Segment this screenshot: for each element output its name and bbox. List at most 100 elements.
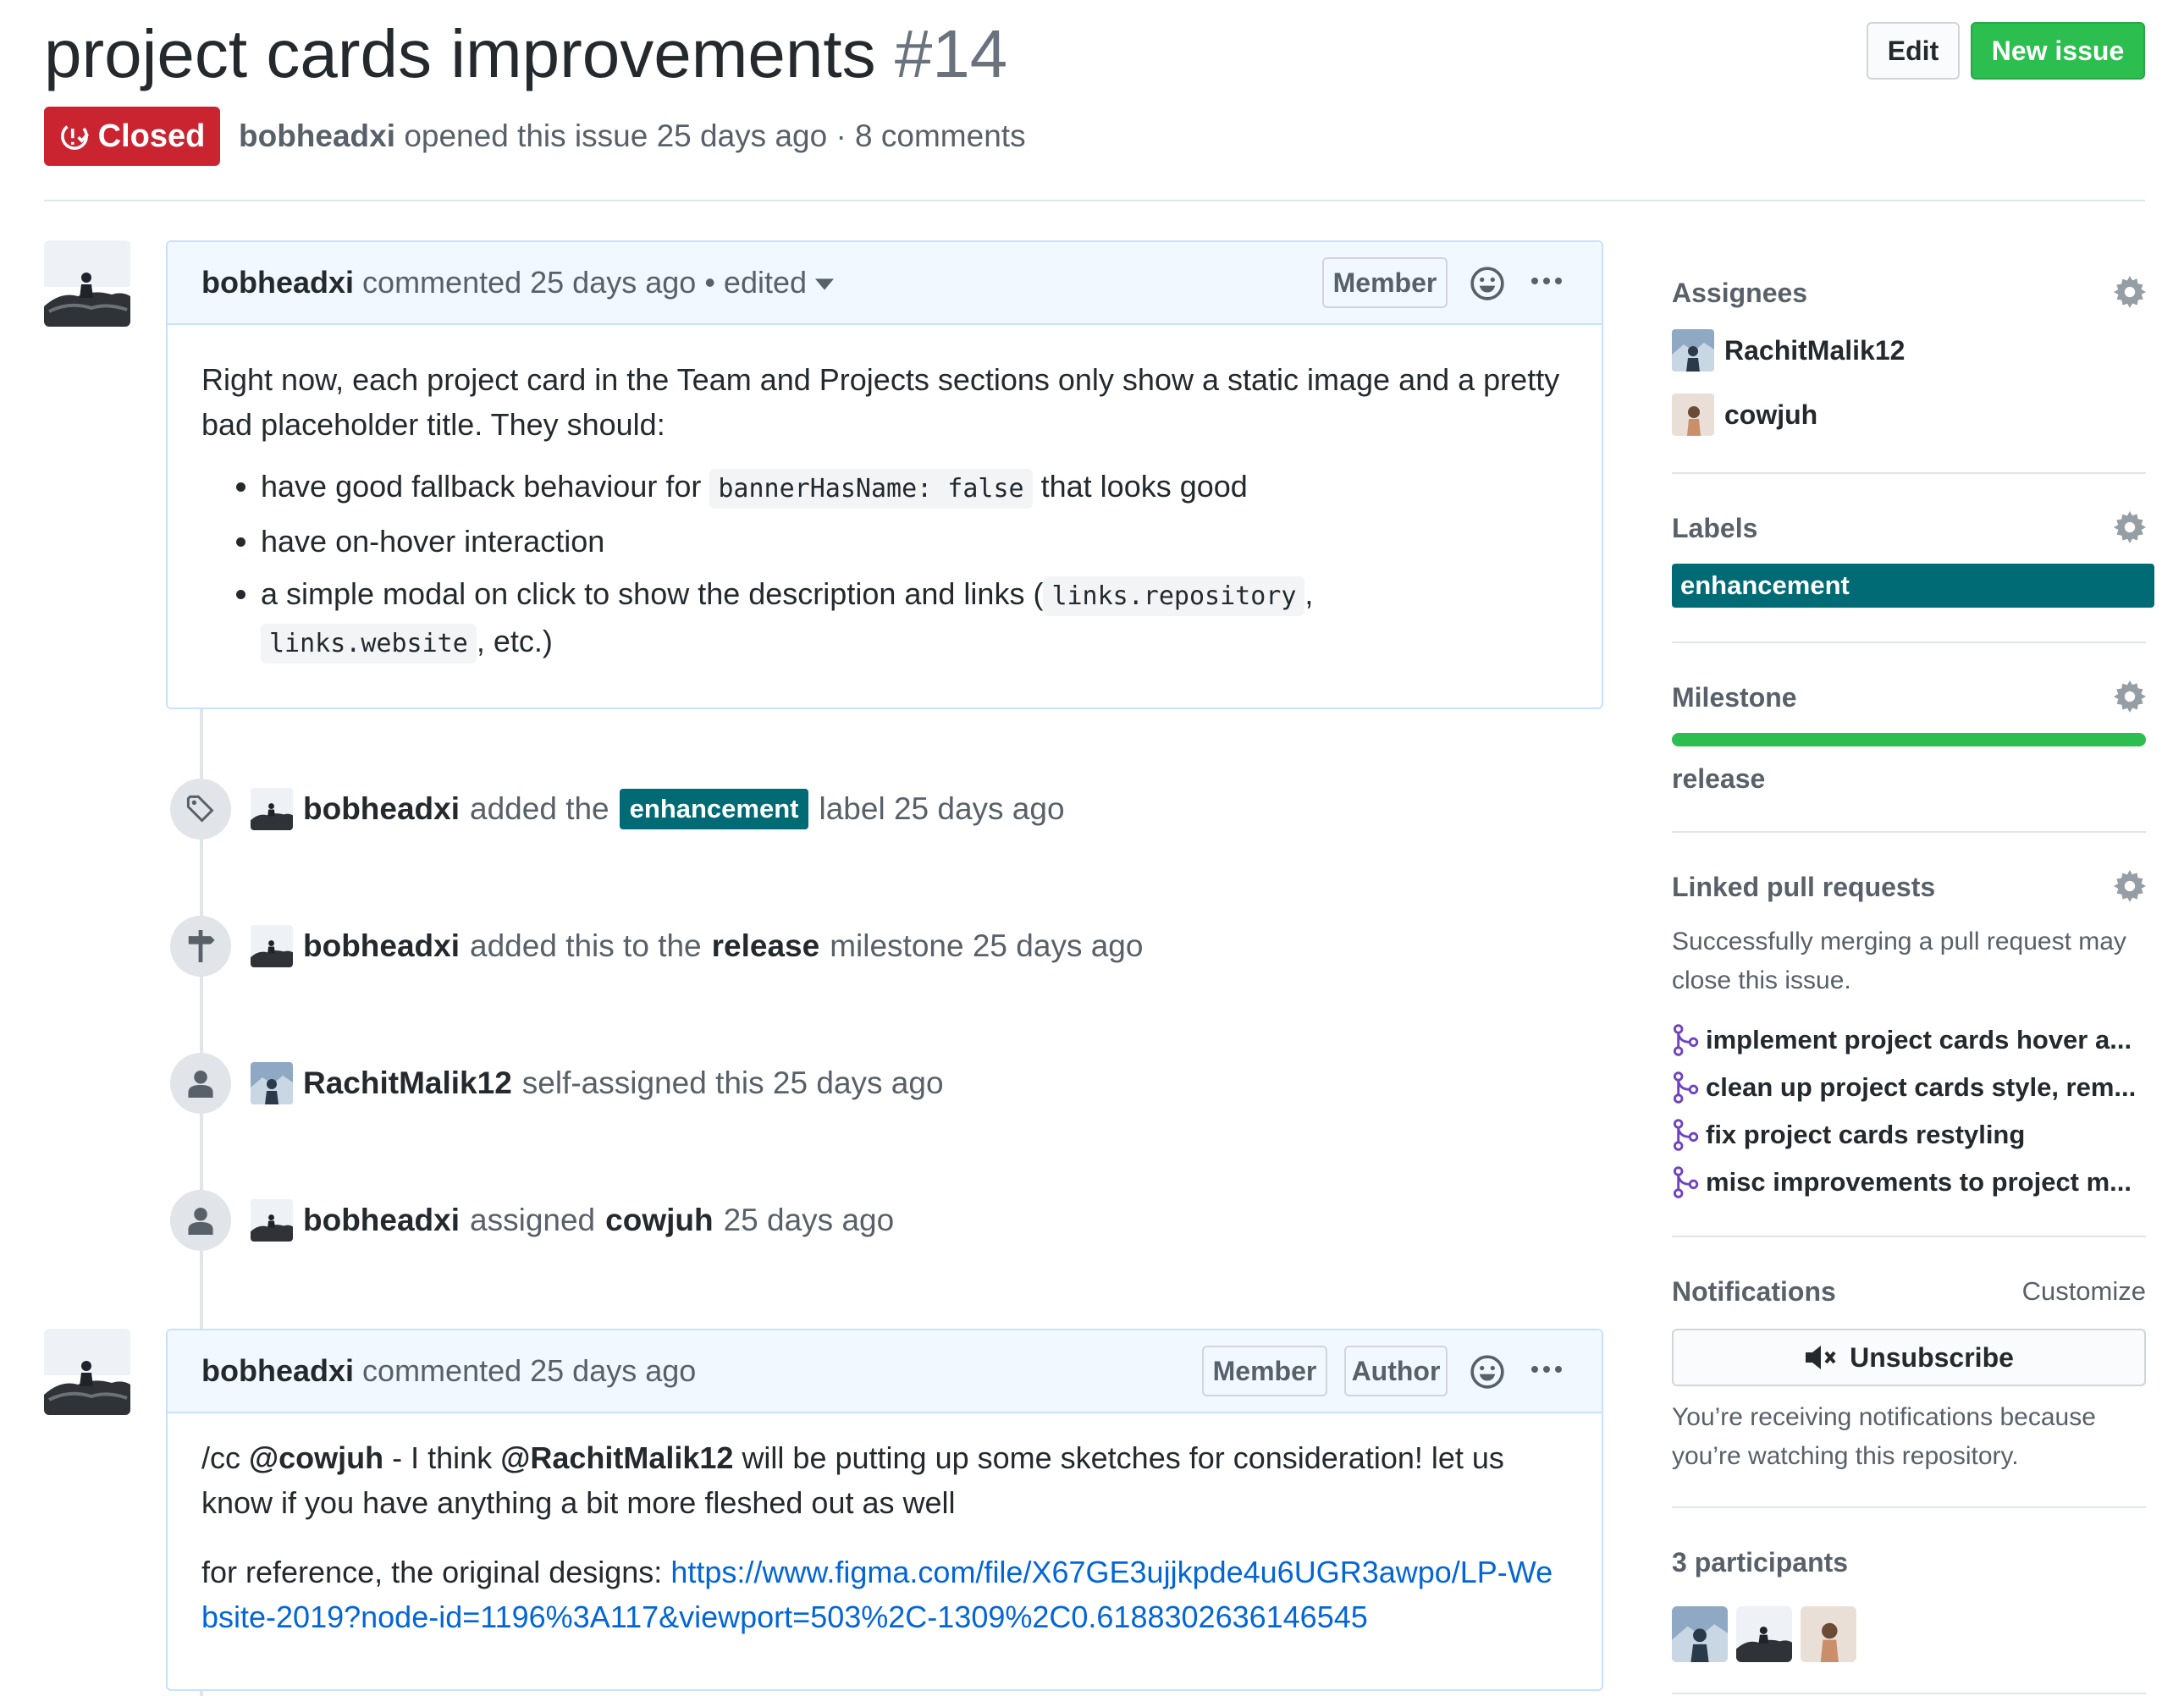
comment-timestamp[interactable]: commented 25 days ago — [362, 265, 696, 300]
actor-link[interactable]: bobheadxi — [303, 1203, 460, 1238]
sidebar-divider — [1672, 1506, 2146, 1508]
actor-link[interactable]: bobheadxi — [303, 928, 460, 964]
issue-title-text: project cards improvements — [44, 16, 876, 91]
status-text: Closed — [97, 118, 206, 154]
comment-author[interactable]: bobheadxi — [201, 265, 354, 300]
linked-prs-help: Successfully merging a pull request may … — [1672, 928, 2126, 994]
issue-closed-icon — [60, 123, 89, 150]
notifications-section-header: Notifications Customize — [1672, 1275, 2146, 1308]
linked-pr-title: clean up project cards style, rem... — [1706, 1072, 2137, 1102]
customize-link[interactable]: Customize — [2022, 1275, 2146, 1308]
comment-paragraph: /cc @cowjuh - I think @RachitMalik12 wil… — [201, 1435, 1568, 1525]
avatar[interactable] — [44, 1329, 130, 1415]
comment-paragraph: Right now, each project card in the Team… — [201, 362, 1560, 442]
mute-icon — [1806, 1346, 1836, 1369]
mention-link[interactable]: @cowjuh — [249, 1440, 383, 1475]
paragraph-text: - I think — [392, 1440, 493, 1475]
sidebar-divider — [1672, 472, 2146, 474]
gear-icon[interactable] — [2114, 511, 2146, 543]
notification-reason: You’re receiving notifications because y… — [1672, 1403, 2096, 1470]
issue-meta-text: opened this issue 25 days ago · 8 commen… — [404, 118, 1026, 153]
gear-icon[interactable] — [2114, 680, 2146, 713]
event-text: self-assigned this 25 days ago — [521, 1066, 944, 1100]
assignee-item[interactable]: RachitMalik12 — [1672, 329, 2146, 372]
actor-link[interactable]: bobheadxi — [303, 791, 460, 827]
merged-pr-icon — [1673, 1024, 1699, 1056]
header-divider — [44, 200, 2145, 201]
avatar[interactable] — [251, 1062, 293, 1104]
merged-pr-icon — [1673, 1071, 1699, 1104]
linked-pr-item[interactable]: misc improvements to project m... — [1672, 1166, 2146, 1198]
actor-link[interactable]: RachitMalik12 — [303, 1066, 512, 1101]
timeline-event-assigned: bobheadxi assigned cowjuh 25 days ago — [251, 1190, 894, 1251]
comment-body: Right now, each project card in the Team… — [201, 357, 1568, 666]
linked-pr-item[interactable]: fix project cards restyling — [1672, 1119, 2146, 1151]
list-item-text: have good fallback behaviour for — [261, 469, 702, 504]
add-reaction-icon[interactable] — [1470, 1354, 1505, 1390]
avatar[interactable] — [251, 788, 293, 830]
comment-header: bobheadxi commented 25 days ago • edited… — [168, 242, 1602, 325]
issue-meta: bobheadxi opened this issue 25 days ago … — [239, 110, 1026, 162]
tag-icon-badge — [170, 779, 231, 840]
gear-icon[interactable] — [2114, 276, 2146, 308]
person-icon-badge — [170, 1190, 231, 1251]
assignees-section-header: Assignees — [1672, 276, 2146, 310]
linked-pr-item[interactable]: implement project cards hover a... — [1672, 1024, 2146, 1056]
inline-code: bannerHasName: false — [709, 469, 1033, 509]
label-enhancement[interactable]: enhancement — [619, 789, 809, 829]
more-options-icon[interactable] — [1530, 1363, 1563, 1376]
milestone-section-header: Milestone — [1672, 680, 2146, 714]
avatar[interactable] — [251, 925, 293, 967]
assignee-name: cowjuh — [1724, 399, 1818, 430]
event-text: added the — [470, 791, 609, 826]
new-issue-button[interactable]: New issue — [1971, 22, 2145, 80]
issue-number: #14 — [894, 16, 1008, 91]
comment-timestamp[interactable]: commented 25 days ago — [362, 1353, 696, 1388]
sidebar-divider — [1672, 1236, 2146, 1237]
person-icon-badge — [170, 1053, 231, 1114]
comment-list: have good fallback behaviour for bannerH… — [201, 464, 1568, 666]
sidebar-divider — [1672, 1693, 2146, 1694]
assignee-item[interactable]: cowjuh — [1672, 394, 2146, 436]
comment-box: bobheadxi commented 25 days ago • edited… — [166, 240, 1603, 709]
avatar[interactable] — [1801, 1606, 1856, 1662]
comment-paragraph: for reference, the original designs: htt… — [201, 1550, 1568, 1639]
event-text: 25 days ago — [723, 1203, 895, 1237]
avatar[interactable] — [44, 240, 130, 327]
status-badge: Closed — [44, 107, 220, 166]
person-icon — [188, 1207, 213, 1235]
event-text: label 25 days ago — [819, 791, 1065, 826]
assignee-link[interactable]: cowjuh — [605, 1203, 713, 1238]
add-reaction-icon[interactable] — [1470, 266, 1505, 301]
sidebar-divider — [1672, 642, 2146, 643]
avatar[interactable] — [251, 1199, 293, 1242]
avatar[interactable] — [1736, 1606, 1792, 1662]
unsubscribe-button[interactable]: Unsubscribe — [1672, 1329, 2146, 1386]
avatar[interactable] — [1672, 1606, 1728, 1662]
labels-section-header: Labels — [1672, 511, 2146, 545]
linked-prs-title: Linked pull requests — [1672, 872, 1936, 902]
merged-pr-icon — [1673, 1119, 1699, 1151]
edit-button[interactable]: Edit — [1867, 22, 1960, 80]
author-badge: Author — [1344, 1346, 1448, 1396]
milestone-icon-badge — [170, 916, 231, 977]
linked-pr-title: misc improvements to project m... — [1706, 1167, 2132, 1197]
list-item-text: , etc.) — [476, 624, 553, 658]
caret-down-icon[interactable] — [815, 278, 835, 291]
timeline-event-assigned: RachitMalik12 self-assigned this 25 days… — [251, 1053, 944, 1114]
edited-dropdown[interactable]: • edited — [704, 265, 807, 300]
linked-prs-section-header: Linked pull requests — [1672, 870, 2146, 904]
milestone-name[interactable]: release — [1672, 762, 2146, 796]
milestone-link[interactable]: release — [712, 928, 820, 964]
label-enhancement[interactable]: enhancement — [1672, 564, 2154, 608]
comment-body: /cc @cowjuh - I think @RachitMalik12 wil… — [201, 1435, 1568, 1639]
mention-link[interactable]: @RachitMalik12 — [500, 1440, 733, 1475]
gear-icon[interactable] — [2114, 870, 2146, 902]
paragraph-text: /cc — [201, 1440, 241, 1475]
linked-pr-item[interactable]: clean up project cards style, rem... — [1672, 1071, 2146, 1104]
comment-author[interactable]: bobheadxi — [201, 1353, 354, 1388]
issue-author-link[interactable]: bobheadxi — [239, 118, 395, 153]
list-item-text: that looks good — [1040, 469, 1248, 504]
list-item: a simple modal on click to show the desc… — [261, 571, 1568, 666]
more-options-icon[interactable] — [1530, 274, 1563, 288]
